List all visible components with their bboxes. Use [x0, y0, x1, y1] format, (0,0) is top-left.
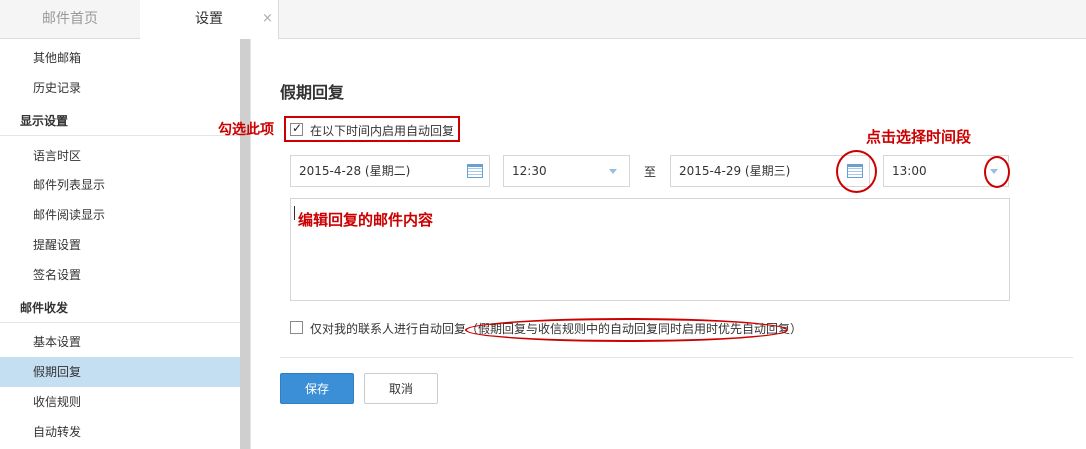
calendar-icon[interactable] — [467, 164, 483, 178]
end-time-value: 13:00 — [892, 164, 927, 178]
tab-settings[interactable]: 设置 — [140, 0, 279, 39]
sidebar-item-mail-list-display[interactable]: 邮件列表显示 — [0, 170, 240, 200]
annotation-content-hint: 编辑回复的邮件内容 — [298, 211, 434, 229]
start-date-field[interactable]: 2015-4-28 (星期二) — [290, 155, 490, 187]
sidebar-item-mail-read-display[interactable]: 邮件阅读显示 — [0, 200, 240, 230]
start-time-value: 12:30 — [512, 164, 547, 178]
sidebar-item-history[interactable]: 历史记录 — [0, 73, 240, 103]
sidebar-item-auto-forward[interactable]: 自动转发 — [0, 417, 240, 447]
sidebar-item-signature[interactable]: 签名设置 — [0, 260, 240, 290]
sidebar-item-reminder[interactable]: 提醒设置 — [0, 230, 240, 260]
sidebar-section-display: 显示设置 — [0, 106, 240, 136]
annotation-time-hint: 点击选择时间段 — [866, 128, 972, 146]
sidebar-item-other-mailbox[interactable]: 其他邮箱 — [0, 43, 240, 73]
sidebar-scrollbar[interactable] — [240, 39, 250, 449]
chevron-down-icon[interactable] — [609, 169, 617, 174]
settings-sidebar: 其他邮箱 历史记录 显示设置 语言时区 邮件列表显示 邮件阅读显示 提醒设置 签… — [0, 39, 241, 449]
sidebar-item-language-timezone[interactable]: 语言时区 — [0, 141, 240, 171]
sidebar-item-receive-rules[interactable]: 收信规则 — [0, 387, 240, 417]
end-date-value: 2015-4-29 (星期三) — [679, 164, 791, 178]
scrollbar-divider — [250, 39, 251, 449]
text-cursor — [294, 206, 295, 220]
divider — [280, 357, 1073, 358]
start-date-value: 2015-4-28 (星期二) — [299, 164, 411, 178]
tab-mail-home[interactable]: 邮件首页 — [0, 0, 140, 38]
save-button[interactable]: 保存 — [280, 373, 354, 404]
sidebar-item-vacation-reply[interactable]: 假期回复 — [0, 357, 240, 387]
annotation-circle-dropdown — [984, 156, 1010, 188]
contacts-only-checkbox[interactable] — [290, 321, 303, 334]
annotation-check-hint: 勾选此项 — [218, 122, 274, 138]
sidebar-section-send-receive: 邮件收发 — [0, 293, 240, 323]
cancel-button[interactable]: 取消 — [364, 373, 438, 404]
start-time-select[interactable]: 12:30 — [503, 155, 630, 187]
enable-auto-reply-label: 在以下时间内启用自动回复 — [310, 124, 455, 138]
top-tab-bar: 邮件首页 设置 × — [0, 0, 1086, 39]
to-label: 至 — [644, 165, 657, 179]
enable-auto-reply-checkbox[interactable] — [290, 121, 303, 136]
annotation-circle-calendar — [836, 150, 877, 193]
close-icon[interactable]: × — [262, 11, 273, 26]
annotation-oval — [465, 318, 788, 342]
sidebar-item-basic-settings[interactable]: 基本设置 — [0, 327, 240, 357]
page-title: 假期回复 — [280, 83, 345, 102]
